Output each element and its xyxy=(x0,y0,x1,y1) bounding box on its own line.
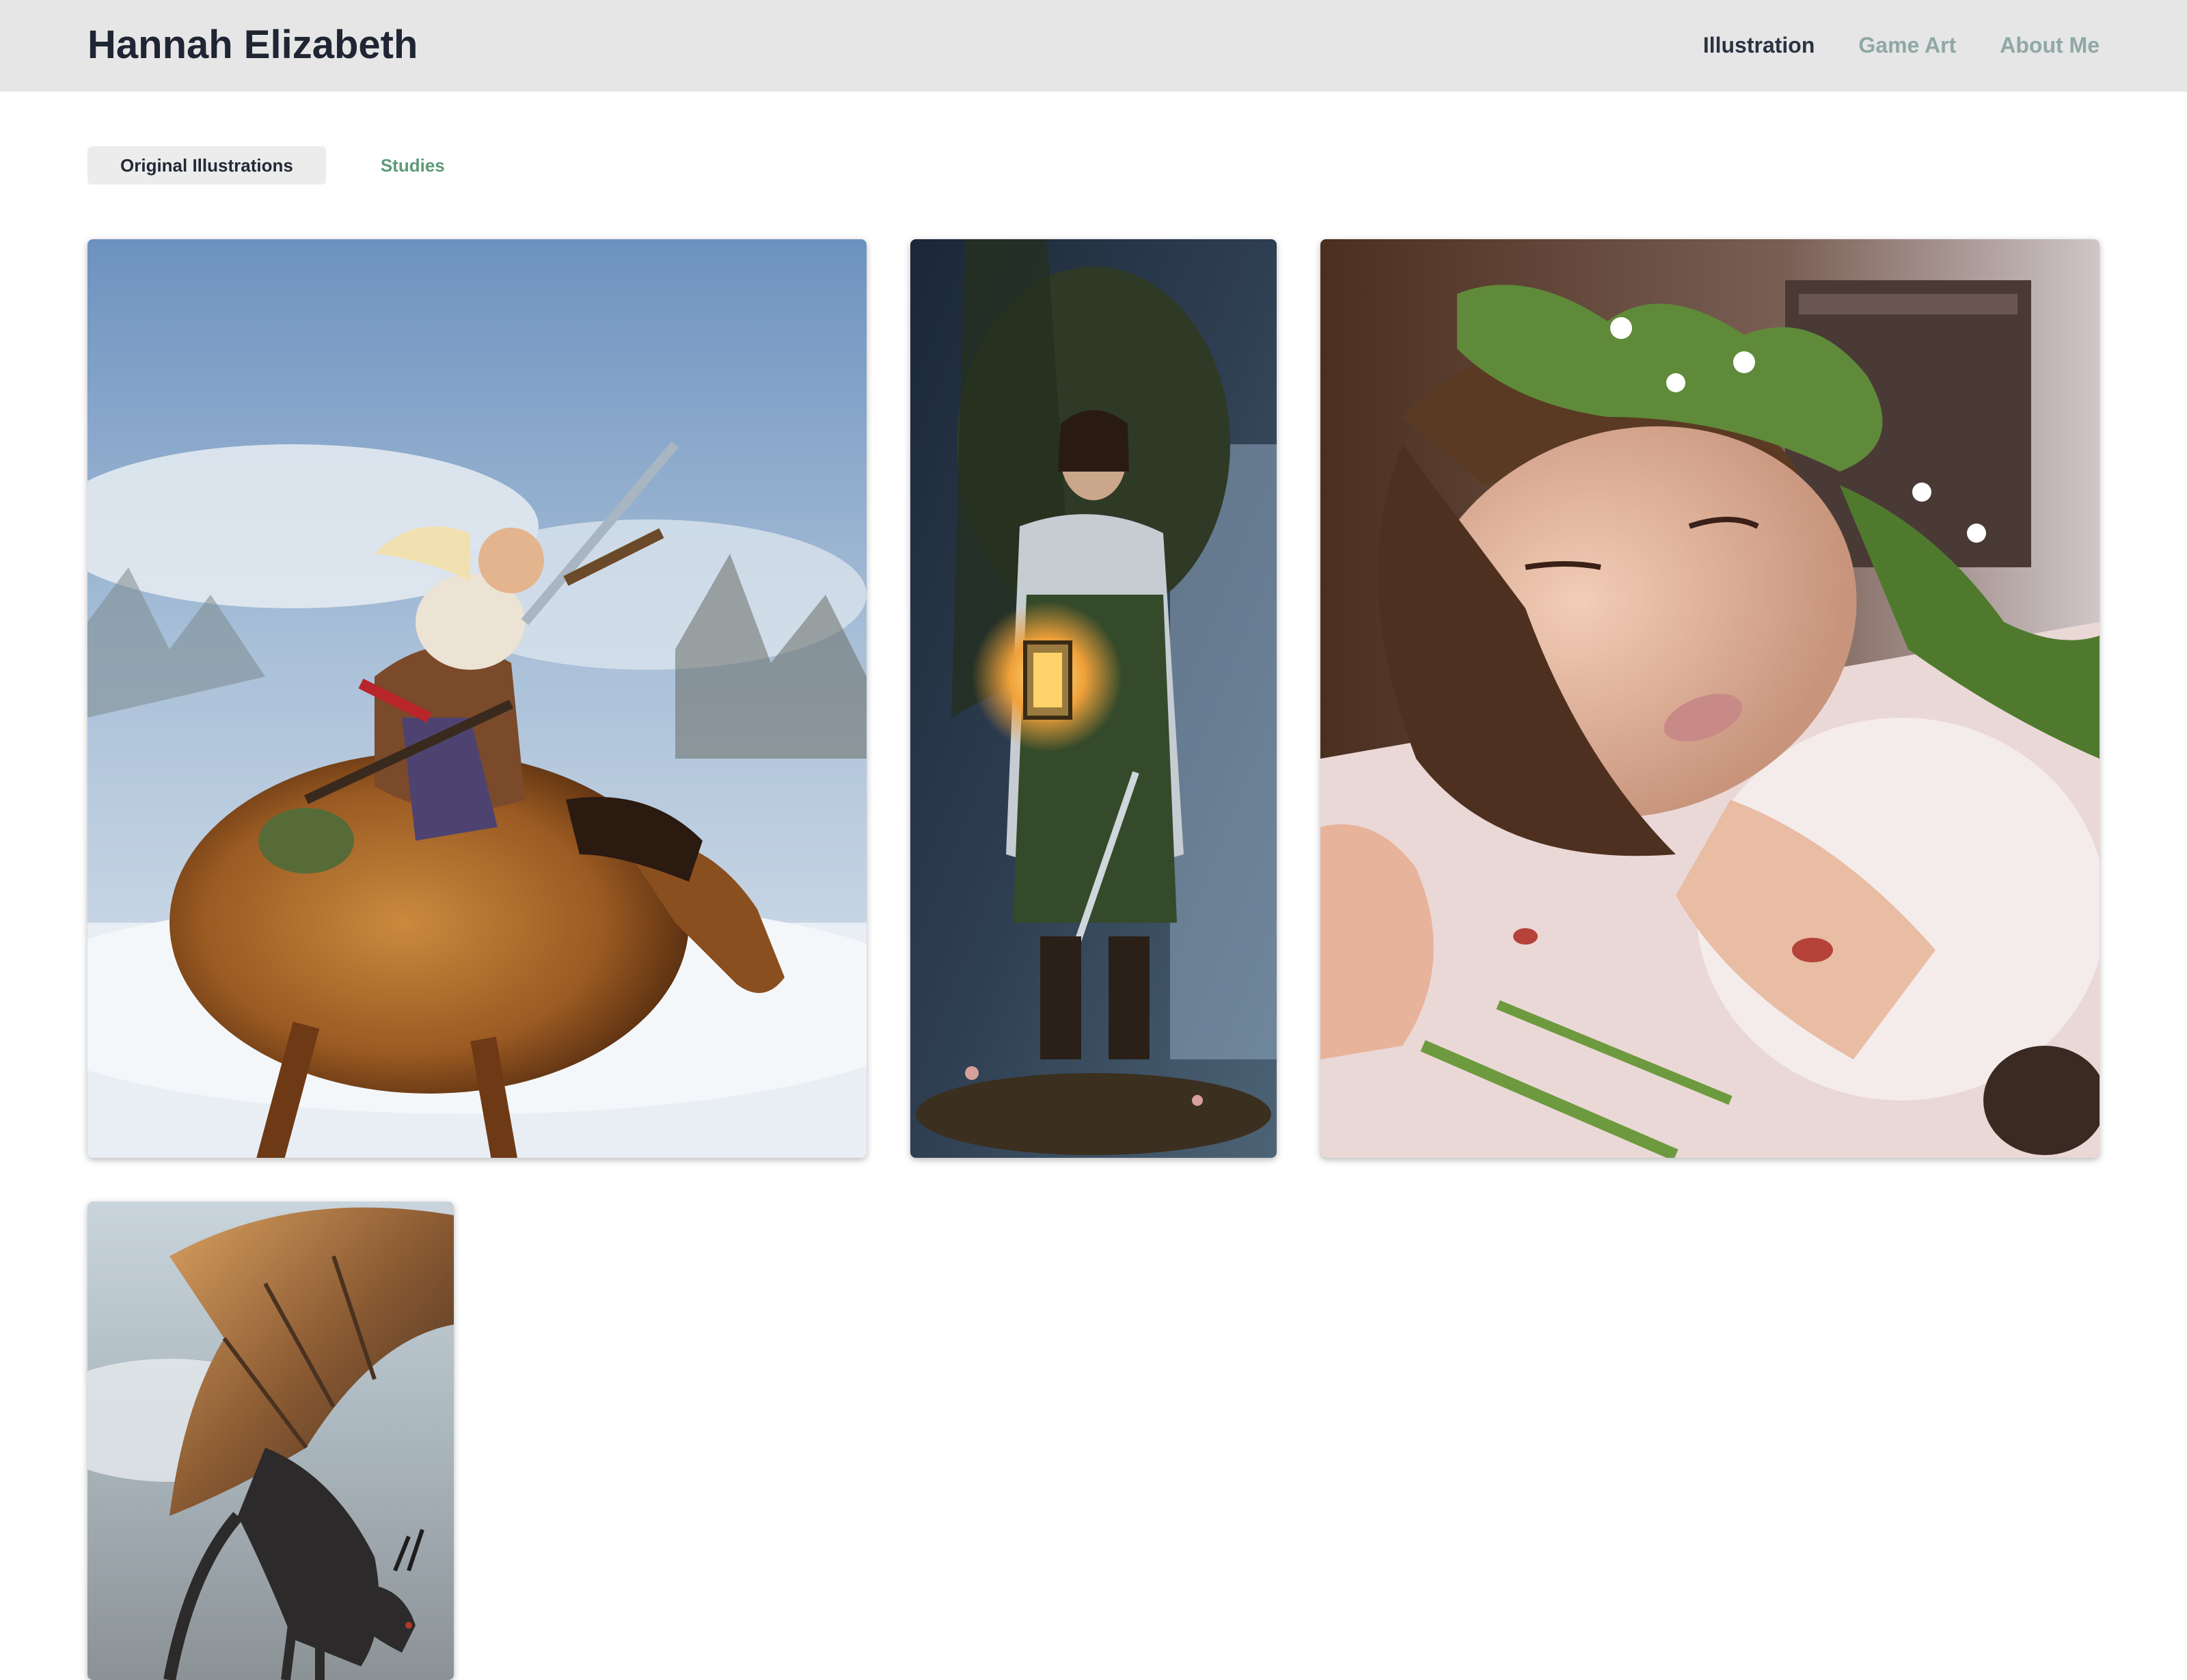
main-nav: Illustration Game Art About Me xyxy=(1703,29,2100,62)
gallery-image-dragon[interactable] xyxy=(87,1202,454,1680)
nav-item-illustration[interactable]: Illustration xyxy=(1703,29,1815,62)
nav-item-about-me[interactable]: About Me xyxy=(2000,29,2100,62)
sleeping-woman-artwork xyxy=(1320,239,2100,1158)
lantern-bearer-artwork xyxy=(910,239,1277,1158)
gallery-tabs: Original Illustrations Studies xyxy=(87,146,494,185)
gallery-image-lantern-bearer[interactable] xyxy=(910,239,1277,1158)
site-title[interactable]: Hannah Elizabeth xyxy=(87,21,418,70)
site-header: Hannah Elizabeth Illustration Game Art A… xyxy=(0,0,2187,92)
dragon-artwork xyxy=(87,1202,454,1680)
gallery-image-sleeping-woman[interactable] xyxy=(1320,239,2100,1158)
tab-studies[interactable]: Studies xyxy=(331,146,494,185)
tab-original-illustrations[interactable]: Original Illustrations xyxy=(87,146,326,185)
gallery-image-rider-on-horse[interactable] xyxy=(87,239,867,1158)
nav-item-game-art[interactable]: Game Art xyxy=(1858,29,1956,62)
rider-on-horse-artwork xyxy=(87,239,867,1158)
